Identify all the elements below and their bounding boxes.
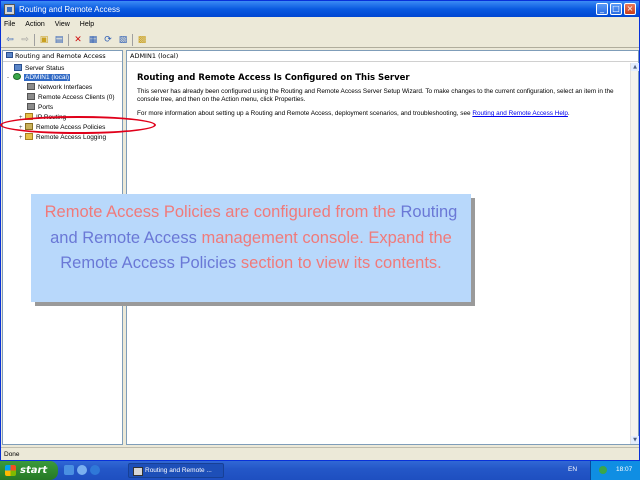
back-icon[interactable]: ⇦ [4,34,16,45]
tree-item-network-interfaces[interactable]: Network Interfaces [27,83,92,93]
show-desktop-icon[interactable] [64,465,74,475]
menu-action[interactable]: Action [25,21,44,28]
network-tray-icon[interactable] [599,466,607,474]
forward-icon[interactable]: ⇨ [19,34,31,45]
description-paragraph: This server has already been configured … [137,88,614,103]
export-icon[interactable]: ▧ [117,34,129,45]
toolbar-separator [132,33,133,46]
tree-item-remote-access-clients[interactable]: Remote Access Clients (0) [27,93,115,103]
status-bar: Done [1,447,639,460]
close-button[interactable]: × [624,3,636,15]
start-button[interactable]: start [0,461,58,480]
tree-item-admin1[interactable]: - ADMIN1 (local) [7,73,71,83]
window-controls: _ □ × [596,3,636,15]
refresh-icon[interactable]: ⟳ [102,34,114,45]
up-folder-icon[interactable]: ▣ [38,34,50,45]
folder-icon [25,133,33,140]
taskbar-window-button[interactable]: Routing and Remote ... [128,463,224,478]
scroll-down-icon[interactable]: ▼ [631,436,639,444]
menu-view[interactable]: View [55,21,70,28]
computer-management-icon [6,52,13,58]
server-status-icon [14,64,22,71]
show-hide-tree-icon[interactable]: ▤ [53,34,65,45]
network-interfaces-icon [27,83,35,90]
app-icon [4,3,15,15]
help-icon[interactable]: ▩ [136,34,148,45]
ports-icon [27,103,35,110]
clock[interactable]: 18:07 [616,466,632,473]
minimize-button[interactable]: _ [596,3,608,15]
menu-help[interactable]: Help [80,21,94,28]
delete-icon[interactable]: ✕ [72,34,84,45]
maximize-button[interactable]: □ [610,3,622,15]
tree-item-ports[interactable]: Ports [27,103,53,113]
page-title: Routing and Remote Access Is Configured … [137,73,410,83]
title-bar[interactable]: Routing and Remote Access _ □ × [1,1,639,17]
collapse-icon[interactable]: - [7,73,13,83]
language-indicator[interactable]: EN [568,466,577,473]
tree-root-label: Routing and Remote Access [15,52,106,60]
internet-explorer-icon[interactable] [90,465,100,475]
instruction-callout: Remote Access Policies are configured fr… [31,194,471,302]
server-icon [13,73,21,80]
details-header: ADMIN1 (local) [127,51,638,62]
toolbar-separator [68,33,69,46]
taskbar: start Routing and Remote ... EN 18:07 [0,461,640,480]
system-tray: 18:07 [590,461,640,480]
search-icon[interactable] [77,465,87,475]
toolbar-separator [34,33,35,46]
toolbar: ⇦ ⇨ ▣ ▤ ✕ ▦ ⟳ ▧ ▩ [1,32,639,48]
vertical-scrollbar[interactable]: ▲ ▼ [630,63,639,444]
windows-logo-icon [5,465,16,476]
scroll-up-icon[interactable]: ▲ [631,63,639,71]
window-title: Routing and Remote Access [19,4,120,14]
tree-item-remote-access-logging[interactable]: + Remote Access Logging [19,133,106,143]
highlight-circle [0,116,156,134]
help-link[interactable]: Routing and Remote Access Help [472,110,568,117]
clients-icon [27,93,35,100]
menu-file[interactable]: File [4,21,15,28]
properties-icon[interactable]: ▦ [87,34,99,45]
help-paragraph: For more information about setting up a … [137,110,570,117]
menu-bar: File Action View Help [1,18,639,30]
